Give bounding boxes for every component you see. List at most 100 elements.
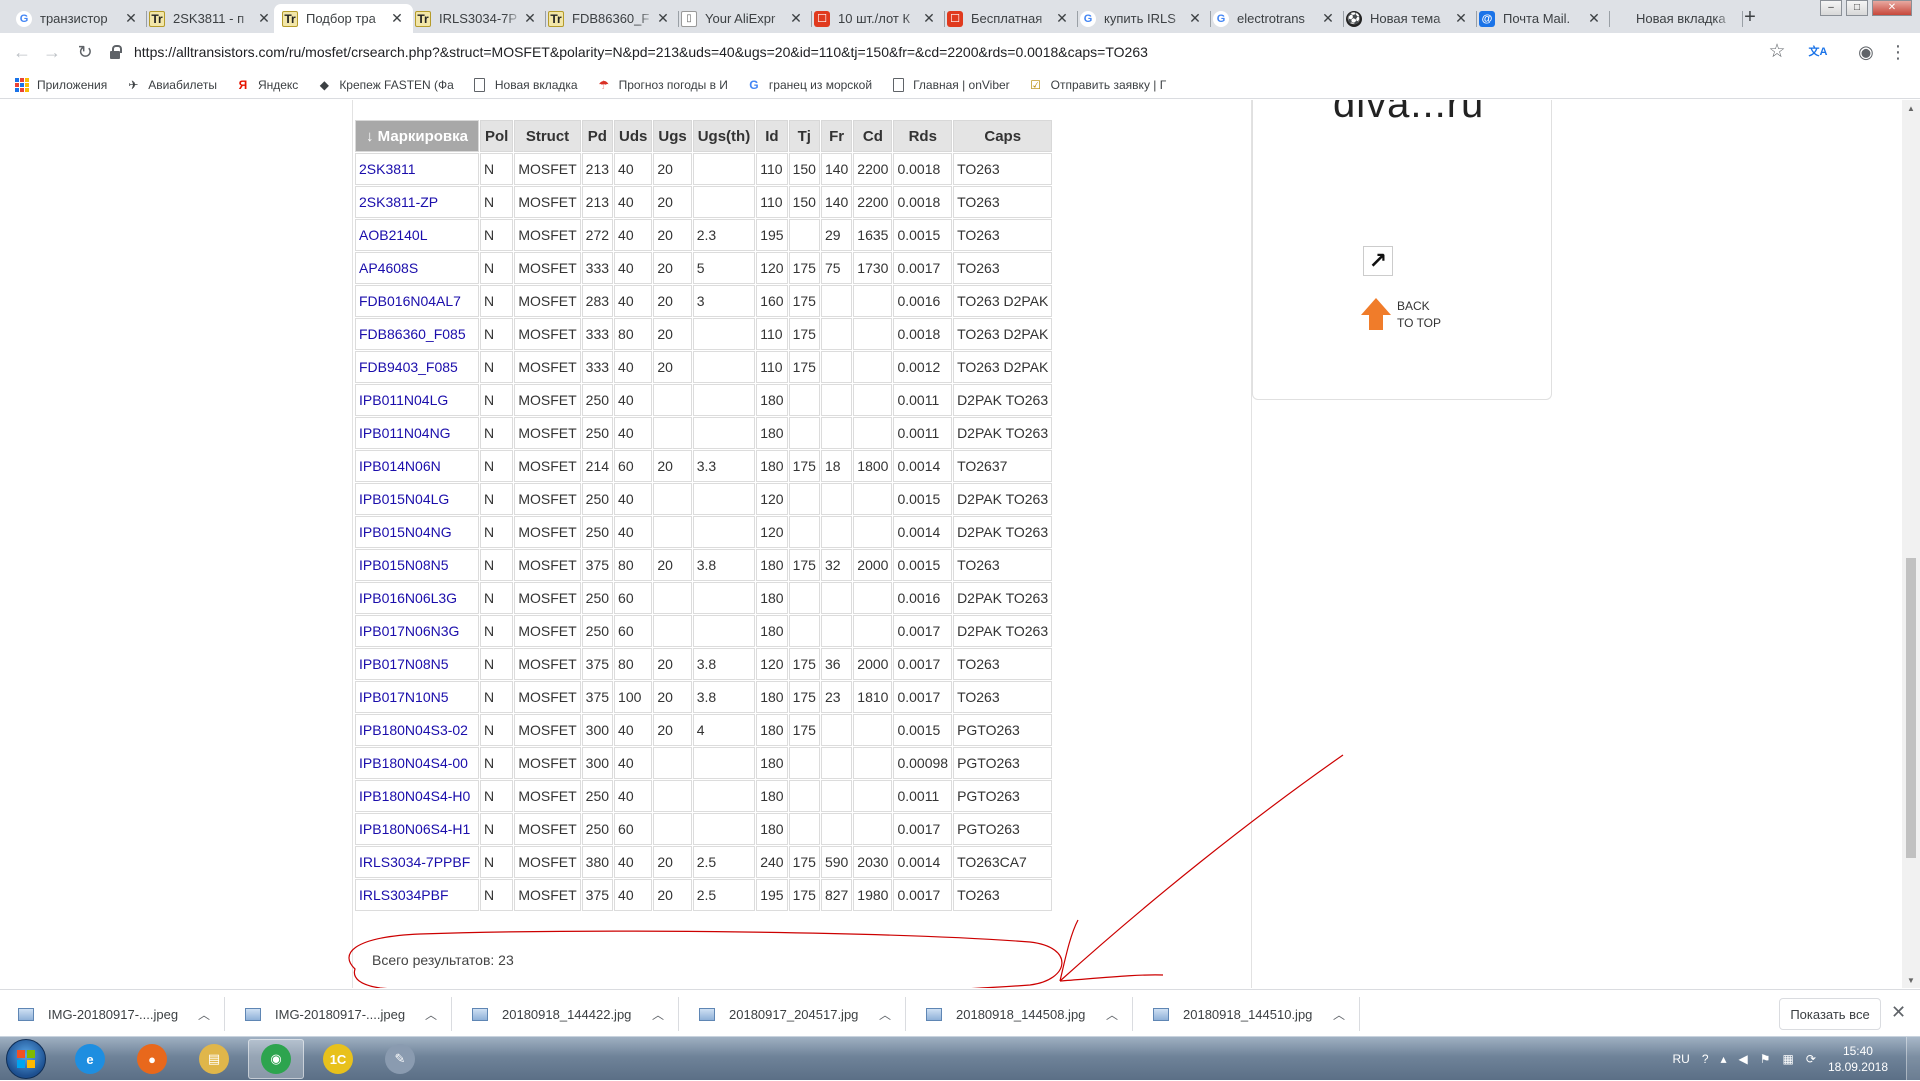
minimize-button[interactable]: – <box>1820 0 1842 16</box>
chevron-up-icon[interactable]: ︿ <box>198 1006 210 1023</box>
bookmark-item[interactable]: ✈ Авиабилеты <box>125 77 217 93</box>
tab[interactable]: Gelectrotrans ✕ <box>1205 4 1344 33</box>
tab-close-icon[interactable]: ✕ <box>655 10 671 27</box>
forward-button[interactable]: → <box>40 41 64 65</box>
volume-icon[interactable]: ◀ <box>1739 1052 1748 1066</box>
chevron-up-icon[interactable]: ︿ <box>425 1006 437 1023</box>
chevron-up-icon[interactable]: ︿ <box>652 1006 664 1023</box>
language-indicator[interactable]: RU <box>1672 1052 1689 1066</box>
tab-close-icon[interactable]: ✕ <box>522 10 538 27</box>
tab-close-icon[interactable]: ✕ <box>921 10 937 27</box>
show-all-downloads-button[interactable]: Показать все <box>1779 998 1881 1030</box>
scrollbar-thumb[interactable] <box>1906 558 1916 858</box>
tab[interactable]: ⚽ Новая тема ✕ <box>1338 4 1477 33</box>
red-annotation <box>348 754 1344 988</box>
tab-title: Почта Mail. <box>1503 11 1571 26</box>
back-button[interactable]: ← <box>10 41 34 65</box>
tab[interactable]: Tr IRLS3034-7P ✕ <box>407 4 546 33</box>
clock[interactable]: 15:40 18.09.2018 <box>1828 1043 1888 1075</box>
tab-title: Подбор тра <box>306 11 376 26</box>
tab[interactable]: @ Почта Mail. ✕ <box>1471 4 1610 33</box>
tab[interactable]: ▯ Your AliExpr ✕ <box>673 4 812 33</box>
tray-expand-icon[interactable]: ▴ <box>1721 1052 1727 1066</box>
tab-close-icon[interactable]: ✕ <box>1586 10 1602 27</box>
download-item[interactable]: IMG-20180917-....jpeg ︿ <box>227 997 452 1031</box>
chevron-up-icon[interactable]: ︿ <box>879 1006 891 1023</box>
translate-icon[interactable]: 文A <box>1806 41 1830 65</box>
network-icon[interactable]: ▦ <box>1783 1052 1794 1066</box>
bookmark-item[interactable]: ◆ Крепеж FASTEN (Фа <box>316 77 454 93</box>
bookmark-item[interactable]: Главная | onViber <box>890 77 1010 93</box>
tab[interactable]: Tr FDB86360_F ✕ <box>540 4 679 33</box>
explorer-icon: ▤ <box>199 1044 229 1074</box>
tab[interactable]: Tr Подбор тра ✕ <box>274 4 413 33</box>
download-item[interactable]: 20180918_144422.jpg ︿ <box>454 997 679 1031</box>
address-bar[interactable]: https://alltransistors.com/ru/mosfet/crs… <box>110 37 1786 67</box>
show-desktop-button[interactable] <box>1906 1037 1920 1081</box>
maximize-button[interactable]: □ <box>1846 0 1868 16</box>
tab-favicon-icon: G <box>1080 10 1096 27</box>
download-item[interactable]: 20180918_144510.jpg ︿ <box>1135 997 1360 1031</box>
taskbar-app-chrome[interactable]: ◉ <box>248 1039 304 1079</box>
tab-close-icon[interactable]: ✕ <box>256 10 272 27</box>
download-filename: 20180918_144422.jpg <box>502 1006 632 1022</box>
tab-title: Новая вкладка <box>1636 11 1726 26</box>
tab-close-icon[interactable]: ✕ <box>389 10 405 27</box>
bookmark-star-icon[interactable]: ☆ <box>1765 41 1789 65</box>
tab-title: Your AliExpr <box>705 11 776 26</box>
windows-logo-icon <box>17 1050 35 1068</box>
close-window-button[interactable]: ✕ <box>1872 0 1912 16</box>
scroll-down-icon[interactable]: ▼ <box>1906 976 1916 985</box>
download-item[interactable]: 20180918_144508.jpg ︿ <box>908 997 1133 1031</box>
page-icon <box>890 77 906 93</box>
bookmark-item[interactable]: Я Яндекс <box>235 77 299 93</box>
bookmark-item[interactable]: ☂ Прогноз погоды в И <box>596 77 728 93</box>
1c-icon: 1С <box>323 1044 353 1074</box>
flag-icon[interactable]: ⚑ <box>1760 1052 1771 1066</box>
tab[interactable]: Gкупить IRLS ✕ <box>1072 4 1211 33</box>
chrome-menu-icon[interactable]: ⋮ <box>1886 41 1910 65</box>
profile-icon[interactable]: ◉ <box>1854 41 1878 65</box>
sync-icon[interactable]: ⟳ <box>1806 1052 1816 1066</box>
bookmark-item[interactable]: Новая вкладка <box>472 77 578 93</box>
tab-close-icon[interactable]: ✕ <box>788 10 804 27</box>
scroll-up-icon[interactable]: ▲ <box>1906 104 1916 113</box>
help-icon[interactable]: ? <box>1702 1052 1709 1066</box>
bookmark-item[interactable]: Gгранец из морской <box>746 77 872 93</box>
close-shelf-icon[interactable]: ✕ <box>1891 1002 1906 1023</box>
chevron-up-icon[interactable]: ︿ <box>1106 1006 1118 1023</box>
bookmark-label: Новая вкладка <box>494 77 578 92</box>
tab-close-icon[interactable]: ✕ <box>1054 10 1070 27</box>
taskbar-app-firefox[interactable]: ● <box>124 1039 180 1079</box>
tab[interactable]: ☐ Бесплатная ✕ <box>939 4 1078 33</box>
image-file-icon <box>926 1007 942 1021</box>
taskbar-app-tools[interactable]: ✎ <box>372 1039 428 1079</box>
taskbar-app-explorer[interactable]: ▤ <box>186 1039 242 1079</box>
chevron-up-icon[interactable]: ︿ <box>1333 1006 1345 1023</box>
bookmark-item[interactable]: Приложения <box>14 77 107 93</box>
new-tab-button[interactable]: + <box>1737 5 1763 31</box>
tab-close-icon[interactable]: ✕ <box>1320 10 1336 27</box>
bookmark-label: Прогноз погоды в И <box>618 77 728 92</box>
form-icon: ☑ <box>1030 77 1042 92</box>
chrome-icon: ◉ <box>261 1044 291 1074</box>
tab-close-icon[interactable]: ✕ <box>123 10 139 27</box>
page-scrollbar[interactable]: ▲ ▼ <box>1902 100 1920 988</box>
taskbar-app-ie[interactable]: e <box>62 1039 118 1079</box>
bookmarks-bar: Приложения ✈ Авиабилеты Я Яндекс ◆ Крепеж FAST… <box>0 71 1920 99</box>
tab-close-icon[interactable]: ✕ <box>1453 10 1469 27</box>
download-item[interactable]: IMG-20180917-....jpeg ︿ <box>0 997 225 1031</box>
reload-button[interactable]: ↻ <box>73 41 97 65</box>
tab[interactable]: Tr 2SK3811 - п ✕ <box>141 4 280 33</box>
tab[interactable]: ☐ 10 шт./лот К ✕ <box>806 4 945 33</box>
start-button[interactable] <box>6 1039 46 1079</box>
download-item[interactable]: 20180917_204517.jpg ︿ <box>681 997 906 1031</box>
tab[interactable]: Новая вкладка <box>1604 4 1743 33</box>
annotation-ellipse <box>348 930 1063 988</box>
bookmark-item[interactable]: ☑ Отправить заявку | Г <box>1028 77 1166 93</box>
url-text[interactable]: https://alltransistors.com/ru/mosfet/crs… <box>134 44 1148 60</box>
bookmark-label: Авиабилеты <box>148 77 217 92</box>
tab-close-icon[interactable]: ✕ <box>1187 10 1203 27</box>
taskbar-app-1c[interactable]: 1С <box>310 1039 366 1079</box>
tab[interactable]: Gтранзистор ✕ <box>8 4 147 33</box>
